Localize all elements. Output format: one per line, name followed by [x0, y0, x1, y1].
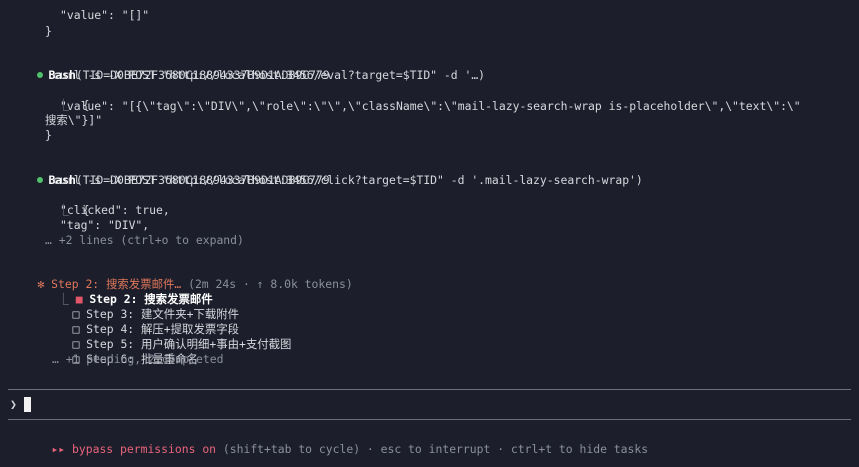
- status-line: ✻ Step 2: 搜索发票邮件… (2m 24s · ↑ 8.0k token…: [10, 262, 352, 291]
- bash-output-value-line-2: 搜索\"}]": [45, 113, 103, 127]
- bash-output-1-first: ⎿ {: [30, 83, 89, 112]
- bash-output-2-first: ⎿ {: [30, 188, 89, 217]
- text-cursor: [24, 397, 31, 412]
- task-item: □ Step 6: 批量重命名: [45, 337, 198, 366]
- success-dot-icon: [37, 177, 44, 183]
- input-bottom-divider: [8, 419, 851, 420]
- task-item: □ Step 5: 用户确认明细+事由+支付截图: [45, 322, 291, 351]
- success-dot-icon: [37, 72, 44, 78]
- bypass-arrows-icon: ▸▸: [51, 442, 66, 456]
- bash-call-1-header: Bash(TID=D0BE72F3680C18894337B9D1ADB9C77…: [10, 53, 330, 82]
- footer-hint: (shift+tab to cycle) · esc to interrupt …: [222, 442, 649, 456]
- task-item: □ Step 4: 解压+提取发票字段: [45, 307, 239, 336]
- bash-output-tag-line: "tag": "DIV",: [60, 218, 150, 232]
- bash-output-value-line: "value": "[{\"tag\":\"DIV\",\"role\":\"\…: [60, 99, 801, 113]
- input-top-divider: [8, 389, 851, 390]
- footer-status: ▸▸ bypass permissions on (shift+tab to c…: [24, 427, 648, 456]
- task-item: ⎿ ■ Step 2: 搜索发票邮件: [30, 277, 212, 306]
- output-value-line: "value": "[]": [60, 8, 150, 22]
- bash-output-close-brace: }: [45, 128, 52, 142]
- bash-command: curl -s -X POST "http://localhost:3456/c…: [53, 173, 643, 187]
- bash-call-2-header: Bash(TID=D0BE72F3680C18894337B9D1ADB9C77…: [10, 158, 330, 187]
- status-meta: (2m 24s · ↑ 8.0k tokens): [188, 277, 353, 291]
- task-summary: … +1 pending, 2 completed: [52, 352, 224, 366]
- bypass-mode-label[interactable]: bypass permissions on: [72, 442, 216, 456]
- bash-command: curl -s -X POST "http://localhost:3456/e…: [53, 68, 486, 82]
- expand-hint[interactable]: … +2 lines (ctrl+o to expand): [45, 233, 244, 248]
- prompt-chevron-icon: ❯: [10, 397, 17, 411]
- task-item: □ Step 3: 建文件夹+下载附件: [45, 292, 239, 321]
- terminal-window: "value": "[]" } Bash(TID=D0BE72F3680C188…: [0, 0, 859, 467]
- output-close-brace: }: [45, 24, 52, 38]
- bash-output-clicked-line: "clicked": true,: [60, 203, 170, 217]
